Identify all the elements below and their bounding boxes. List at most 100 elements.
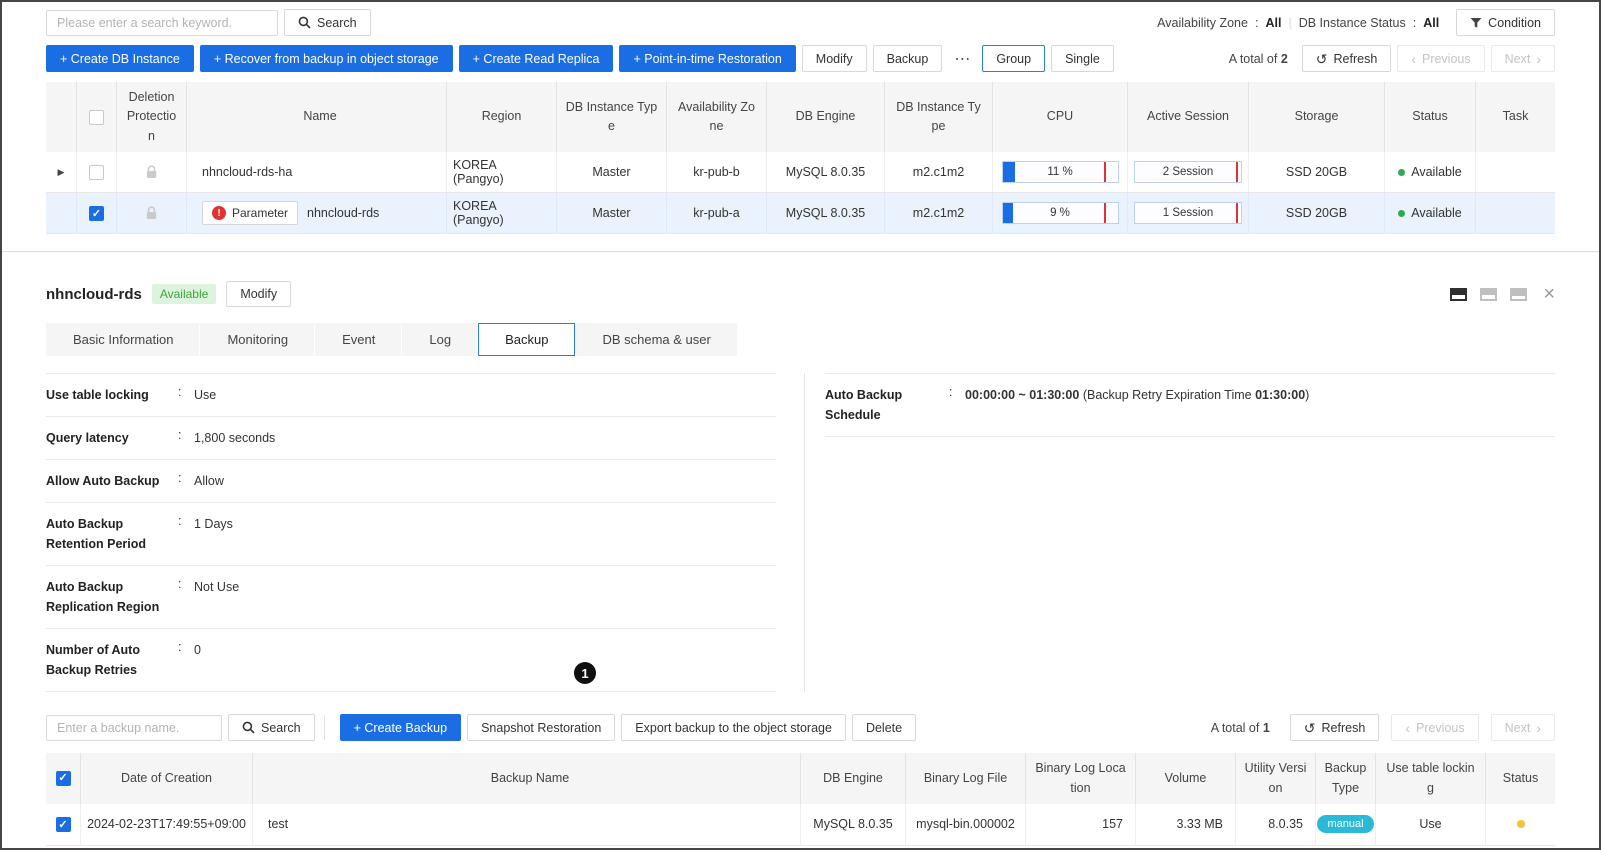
- panel-height-large-icon[interactable]: [1450, 287, 1468, 301]
- more-actions-button[interactable]: ⋯: [948, 49, 976, 69]
- instance-search-button[interactable]: Search: [284, 9, 371, 36]
- availability-zone-filter-label: Availability Zone: [1157, 15, 1248, 30]
- tab-log[interactable]: Log: [402, 323, 479, 357]
- detail-modify-button[interactable]: Modify: [226, 281, 292, 308]
- lock-icon: [146, 206, 157, 219]
- colon-separator: :: [178, 428, 182, 443]
- cpu-gauge-fill: [1002, 162, 1016, 183]
- backup-search-button[interactable]: Search: [228, 714, 315, 742]
- tab-event[interactable]: Event: [315, 323, 403, 357]
- instance-search-toolbar: Search Availability Zone : All | DB Inst…: [2, 2, 1599, 36]
- info-row-use-table-locking: Use table locking : Use: [46, 373, 776, 418]
- create-backup-button[interactable]: + Create Backup: [339, 714, 462, 742]
- backup-row-checkbox[interactable]: ✓: [55, 816, 71, 832]
- instances-table: Deletion Protection Name Region DB Insta…: [46, 82, 1555, 235]
- header-binary-log-file: Binary Log File: [905, 753, 1025, 804]
- backup-search-input[interactable]: [46, 714, 222, 741]
- retry-expiration-time: 01:30:00: [1255, 388, 1306, 403]
- backup-select-all-checkbox[interactable]: ✓: [55, 771, 71, 786]
- close-icon[interactable]: ×: [1543, 284, 1555, 304]
- instance-refresh-button[interactable]: ↺ Refresh: [1301, 45, 1392, 72]
- row-checkbox[interactable]: [89, 164, 104, 180]
- instance-db-engine: MySQL 8.0.35: [766, 152, 884, 193]
- header-date-of-creation: Date of Creation: [80, 753, 252, 804]
- instance-total-label: A total of 2: [1228, 51, 1288, 66]
- detail-panel-header: nhncloud-rds Available Modify ×: [2, 281, 1599, 308]
- panel-height-small-icon[interactable]: [1510, 287, 1528, 301]
- filter-separator: |: [1288, 15, 1292, 30]
- instance-row-nhncloud-rds[interactable]: ✓ ! Parameter nhncloud-rds KOREA (Pangyo…: [46, 193, 1555, 235]
- cpu-gauge: 9 %: [1001, 202, 1119, 225]
- detail-panel-title: nhncloud-rds: [46, 285, 142, 303]
- parameter-badge-label: Parameter: [232, 206, 289, 221]
- snapshot-restoration-button[interactable]: Snapshot Restoration: [467, 714, 616, 742]
- expand-row-icon[interactable]: ▶: [58, 167, 65, 178]
- alert-exclamation-icon: !: [212, 206, 226, 221]
- info-label: Number of Auto Backup Retries: [46, 643, 140, 678]
- backup-refresh-button[interactable]: ↺ Refresh: [1289, 714, 1380, 742]
- recover-from-backup-button[interactable]: + Recover from backup in object storage: [199, 45, 453, 72]
- header-task: Task: [1475, 82, 1555, 153]
- condition-button[interactable]: Condition: [1456, 9, 1555, 36]
- export-backup-button[interactable]: Export backup to the object storage: [621, 714, 846, 742]
- header-cpu: CPU: [992, 82, 1127, 153]
- delete-backup-button[interactable]: Delete: [851, 714, 917, 742]
- group-view-button[interactable]: Group: [982, 45, 1046, 72]
- create-db-instance-button[interactable]: + Create DB Instance: [46, 45, 194, 72]
- instance-name: nhncloud-rds-ha: [186, 152, 446, 193]
- retry-expiration-suffix: ): [1305, 388, 1310, 403]
- tab-basic-information[interactable]: Basic Information: [46, 323, 201, 357]
- instance-row-nhncloud-rds-ha[interactable]: ▶ nhncloud-rds-ha KOREA (Pangyo) Master …: [46, 152, 1555, 194]
- header-availability-zone: Availability Zone: [666, 82, 766, 153]
- backup-next-button[interactable]: Next ›: [1490, 714, 1555, 742]
- instance-previous-button[interactable]: ‹ Previous: [1397, 45, 1485, 72]
- tab-db-schema-user[interactable]: DB schema & user: [575, 323, 738, 357]
- instance-db-instance-type: Master: [556, 152, 666, 193]
- instance-availability-zone: kr-pub-a: [666, 193, 766, 234]
- header-storage: Storage: [1248, 82, 1384, 153]
- instance-search-input[interactable]: [46, 9, 278, 36]
- select-all-checkbox[interactable]: [89, 109, 104, 125]
- header-binary-log-location: Binary Log Location: [1025, 753, 1135, 804]
- info-label: Allow Auto Backup: [46, 474, 160, 489]
- tab-monitoring[interactable]: Monitoring: [200, 323, 316, 357]
- active-session-count: 2 Session: [1162, 166, 1214, 179]
- cpu-percent: 9 %: [1050, 207, 1070, 220]
- refresh-icon: ↺: [1315, 50, 1328, 67]
- instance-refresh-label: Refresh: [1333, 51, 1378, 66]
- info-row-auto-backup-schedule: Auto Backup Schedule : 00:00:00 ~ 01:30:…: [825, 373, 1555, 438]
- header-status: Status: [1485, 753, 1555, 804]
- info-row-allow-auto-backup: Allow Auto Backup : Allow: [46, 460, 776, 504]
- backup-instance-button[interactable]: Backup: [872, 45, 943, 72]
- instance-next-button[interactable]: Next ›: [1490, 45, 1555, 72]
- instance-task: [1475, 152, 1555, 193]
- info-label: Use table locking: [46, 388, 149, 403]
- instance-action-bar: + Create DB Instance + Recover from back…: [2, 36, 1599, 72]
- instance-db-instance-type: Master: [556, 193, 666, 234]
- tab-backup[interactable]: Backup: [478, 323, 576, 357]
- parameter-alert-badge[interactable]: ! Parameter: [202, 201, 299, 226]
- check-icon: ✓: [91, 207, 102, 220]
- create-read-replica-button[interactable]: + Create Read Replica: [458, 45, 614, 72]
- condition-button-label: Condition: [1488, 15, 1541, 30]
- info-value: Not Use: [194, 580, 240, 595]
- header-region: Region: [446, 82, 556, 153]
- backup-pagination: A total of 1 ↺ Refresh ‹ Previous Next ›: [1211, 714, 1555, 742]
- modify-instance-button[interactable]: Modify: [801, 45, 867, 72]
- colon-separator: :: [949, 385, 953, 400]
- instance-status: Available: [1411, 206, 1462, 221]
- info-value: Allow: [194, 474, 224, 489]
- chevron-right-icon: ›: [1536, 50, 1541, 67]
- header-utility-version: Utility Version: [1235, 753, 1315, 804]
- colon-separator: :: [1254, 15, 1259, 30]
- point-in-time-restoration-button[interactable]: + Point-in-time Restoration: [619, 45, 796, 72]
- availability-zone-filter-value: All: [1265, 15, 1282, 30]
- backup-previous-button[interactable]: ‹ Previous: [1391, 714, 1479, 742]
- header-db-engine: DB Engine: [766, 82, 884, 153]
- backup-row-test[interactable]: ✓ 2024-02-23T17:49:55+09:00 test MySQL 8…: [46, 803, 1555, 846]
- row-checkbox[interactable]: ✓: [89, 205, 104, 221]
- single-view-button[interactable]: Single: [1051, 45, 1114, 72]
- panel-height-medium-icon[interactable]: [1480, 287, 1498, 301]
- instance-storage: SSD 20GB: [1248, 193, 1384, 234]
- lock-icon: [146, 165, 157, 178]
